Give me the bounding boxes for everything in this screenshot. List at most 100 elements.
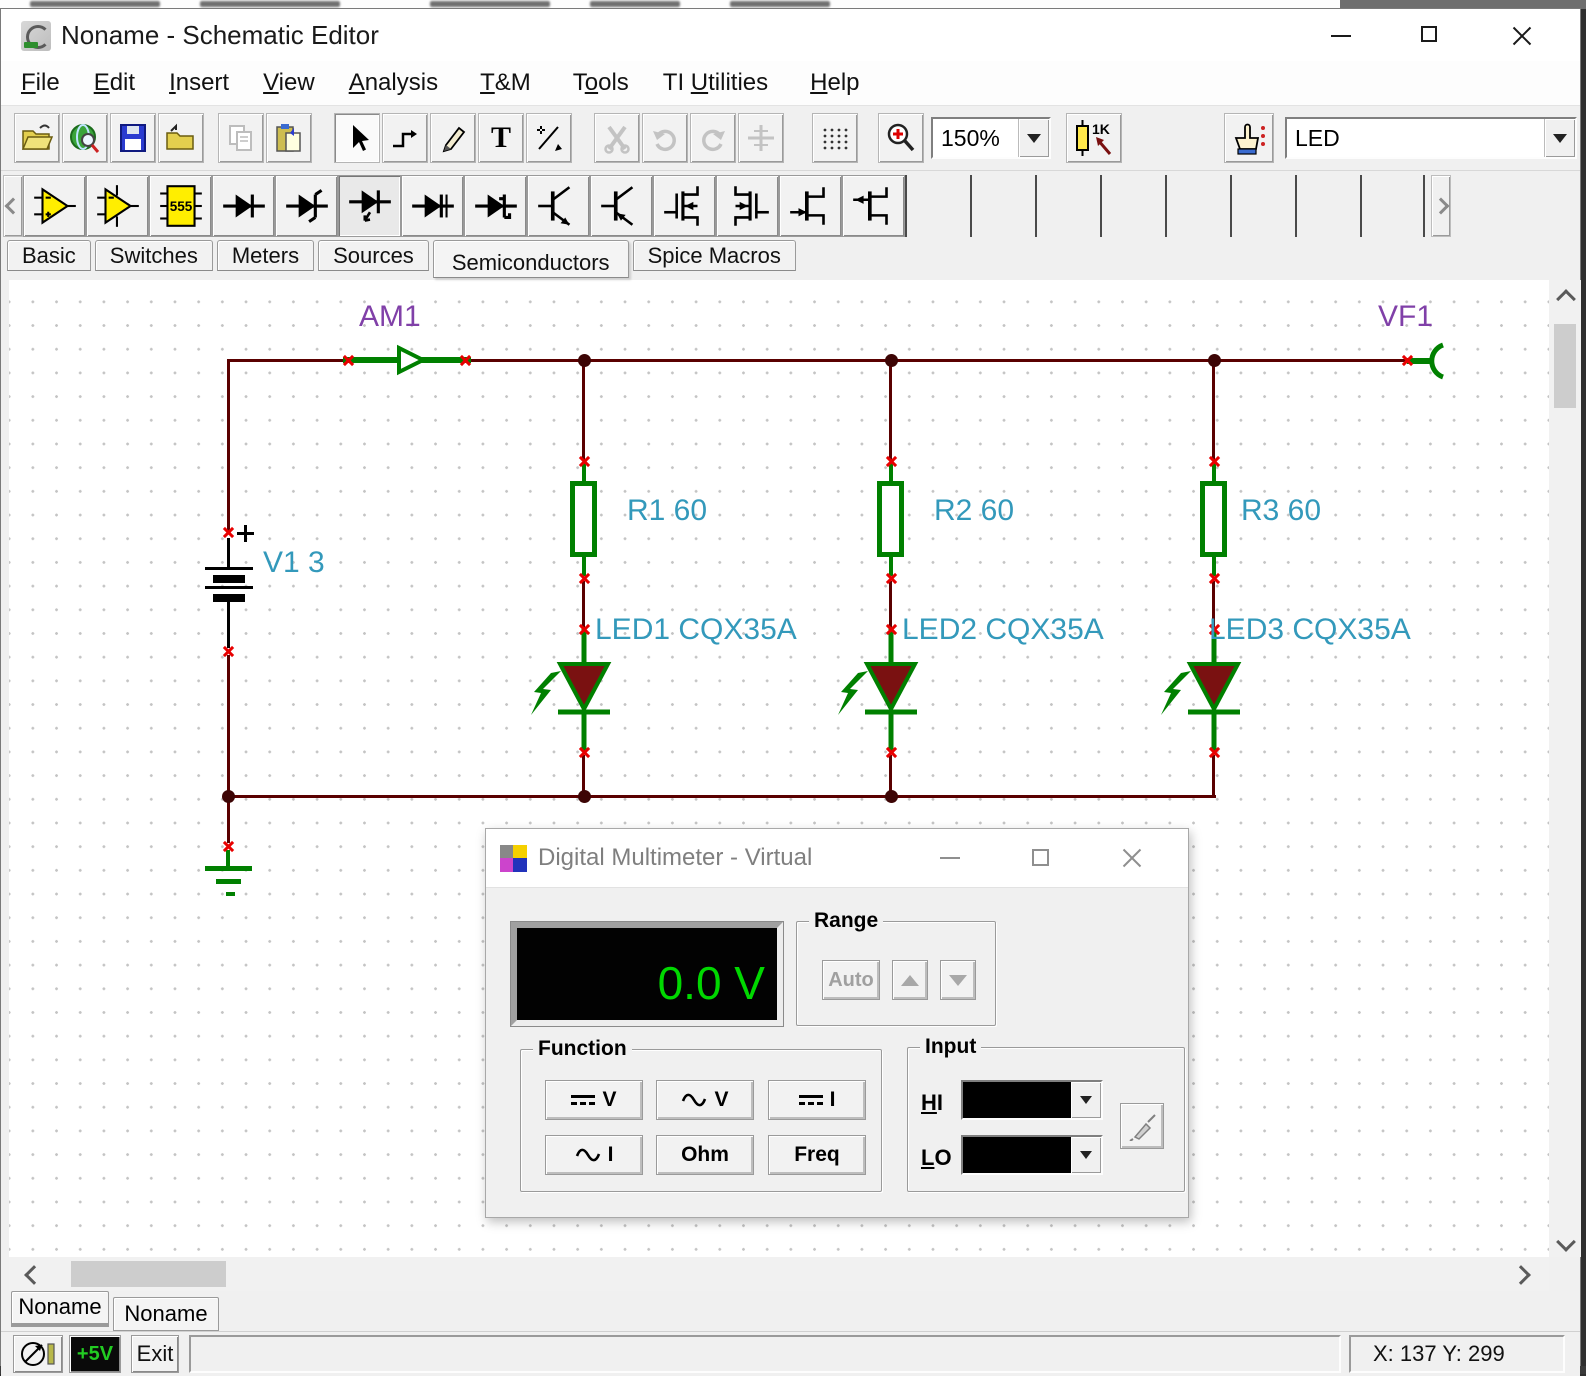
- battery-plate[interactable]: [213, 594, 245, 602]
- minimize-button[interactable]: [1316, 9, 1366, 61]
- dmm-maximize-button[interactable]: [1019, 829, 1063, 887]
- battery-lead[interactable]: [227, 538, 230, 569]
- range-auto-button[interactable]: Auto: [822, 960, 880, 1000]
- menu-ti-utilities[interactable]: TI Utilities: [659, 69, 772, 97]
- function-vdc-button[interactable]: V: [545, 1080, 643, 1120]
- probe-button[interactable]: [1120, 1103, 1164, 1149]
- resistor-r3-label[interactable]: R3 60: [1241, 494, 1321, 528]
- component-search-dropdown-button[interactable]: [1544, 119, 1575, 157]
- resistor-r1[interactable]: [570, 481, 597, 557]
- text-tool-button[interactable]: T: [478, 113, 524, 163]
- horizontal-scrollbar-thumb[interactable]: [71, 1261, 226, 1287]
- open-button[interactable]: [14, 113, 60, 163]
- close-button[interactable]: [1497, 9, 1547, 61]
- last-shape-button[interactable]: [738, 113, 784, 163]
- zoom-button[interactable]: [878, 113, 924, 163]
- cut-button[interactable]: [594, 113, 640, 163]
- menu-view[interactable]: View: [259, 69, 319, 97]
- function-ohm-button[interactable]: Ohm: [656, 1135, 754, 1175]
- doc-tab-noname-1[interactable]: Noname: [11, 1291, 109, 1327]
- menu-tools[interactable]: Tools: [569, 69, 633, 97]
- open-from-web-button[interactable]: [62, 113, 108, 163]
- ammeter-label[interactable]: AM1: [359, 300, 421, 334]
- palette-opamp-power-button[interactable]: [86, 175, 149, 237]
- open-macro-button[interactable]: [158, 113, 204, 163]
- ammeter-symbol[interactable]: [341, 344, 473, 376]
- battery-lead[interactable]: [227, 602, 230, 648]
- palette-nmos-button[interactable]: [653, 175, 716, 237]
- tab-semiconductors[interactable]: Semiconductors: [433, 240, 629, 278]
- copy-button[interactable]: [218, 113, 264, 163]
- menu-analysis[interactable]: Analysis: [345, 69, 442, 97]
- redo-button[interactable]: [690, 113, 736, 163]
- digital-multimeter-dialog[interactable]: Digital Multimeter - Virtual 0.0 V Range…: [485, 828, 1189, 1218]
- zoom-level-dropdown-button[interactable]: [1018, 119, 1049, 157]
- palette-njfet-button[interactable]: [779, 175, 842, 237]
- function-idc-button[interactable]: I: [768, 1080, 866, 1120]
- tab-sources[interactable]: Sources: [318, 240, 429, 271]
- led2-label[interactable]: LED2 CQX35A: [902, 613, 1104, 647]
- wire[interactable]: [227, 798, 230, 843]
- wire[interactable]: [227, 359, 230, 533]
- battery-label[interactable]: V1 3: [263, 546, 325, 580]
- resistor-r2-label[interactable]: R2 60: [934, 494, 1014, 528]
- palette-pmos-button[interactable]: [716, 175, 779, 237]
- led3-label[interactable]: LED3 CQX35A: [1209, 613, 1411, 647]
- input-hi-combobox[interactable]: [961, 1080, 1103, 1120]
- scroll-down-icon[interactable]: [1556, 1232, 1576, 1252]
- scroll-up-icon[interactable]: [1556, 289, 1576, 309]
- wire-tool-button[interactable]: [382, 113, 428, 163]
- menu-file[interactable]: File: [17, 69, 64, 97]
- scroll-right-icon[interactable]: [1511, 1265, 1531, 1285]
- tab-basic[interactable]: Basic: [7, 240, 91, 271]
- function-iac-button[interactable]: I: [545, 1135, 643, 1175]
- led1-label[interactable]: LED1 CQX35A: [595, 613, 797, 647]
- menu-edit[interactable]: Edit: [90, 69, 139, 97]
- menu-tm[interactable]: T&M: [476, 69, 535, 97]
- battery-plate[interactable]: [205, 586, 253, 589]
- palette-led-button[interactable]: [338, 175, 401, 237]
- dmm-title-bar[interactable]: Digital Multimeter - Virtual: [486, 829, 1188, 888]
- title-bar[interactable]: Noname - Schematic Editor: [1, 9, 1580, 61]
- point-component-button[interactable]: [1224, 113, 1274, 163]
- pencil-tool-button[interactable]: [430, 113, 476, 163]
- doc-tab-noname-2[interactable]: Noname: [113, 1297, 219, 1331]
- resistor-r1-label[interactable]: R1 60: [627, 494, 707, 528]
- maximize-button[interactable]: [1405, 9, 1455, 61]
- wire[interactable]: [1212, 361, 1215, 460]
- select-tool-button[interactable]: [334, 113, 380, 163]
- palette-schottky-diode-button[interactable]: [464, 175, 527, 237]
- undo-button[interactable]: [642, 113, 688, 163]
- schematic-canvas[interactable]: AM1 VF1 V1 3 R1 60 R2 60 R3 60 LED1 CQX3…: [9, 280, 1549, 1257]
- palette-npn-transistor-button[interactable]: [527, 175, 590, 237]
- wire[interactable]: [889, 581, 892, 627]
- palette-555-timer-button[interactable]: 555: [149, 175, 212, 237]
- battery-plate[interactable]: [213, 575, 245, 583]
- resistor-r2[interactable]: [877, 481, 904, 557]
- resistor-r3[interactable]: [1200, 481, 1227, 557]
- plus5v-button[interactable]: +5V: [69, 1335, 121, 1373]
- zoom-level-combobox[interactable]: 150%: [931, 117, 1051, 159]
- wire[interactable]: [889, 361, 892, 460]
- menu-insert[interactable]: Insert: [165, 69, 233, 97]
- battery-plate[interactable]: [205, 567, 253, 570]
- component-search-combobox[interactable]: LED: [1285, 117, 1577, 159]
- tab-meters[interactable]: Meters: [217, 240, 314, 271]
- dimension-tool-button[interactable]: [526, 113, 572, 163]
- grid-toggle-button[interactable]: [812, 113, 858, 163]
- component-value-tool-button[interactable]: 1K: [1066, 113, 1122, 163]
- range-up-button[interactable]: [892, 960, 928, 1000]
- wire[interactable]: [1212, 755, 1215, 796]
- palette-opamp-button[interactable]: [23, 175, 86, 237]
- wire[interactable]: [582, 581, 585, 627]
- vertical-scrollbar[interactable]: [1549, 280, 1581, 1257]
- palette-scroll-right-button[interactable]: [1431, 175, 1451, 237]
- voltage-pin-label[interactable]: VF1: [1378, 300, 1433, 334]
- save-button[interactable]: [110, 113, 156, 163]
- voltage-pin-symbol[interactable]: [1407, 340, 1455, 382]
- function-vac-button[interactable]: V: [656, 1080, 754, 1120]
- horizontal-scrollbar[interactable]: [9, 1257, 1549, 1291]
- wire[interactable]: [227, 655, 230, 796]
- palette-photodiode-button[interactable]: [401, 175, 464, 237]
- wire[interactable]: [227, 795, 1216, 798]
